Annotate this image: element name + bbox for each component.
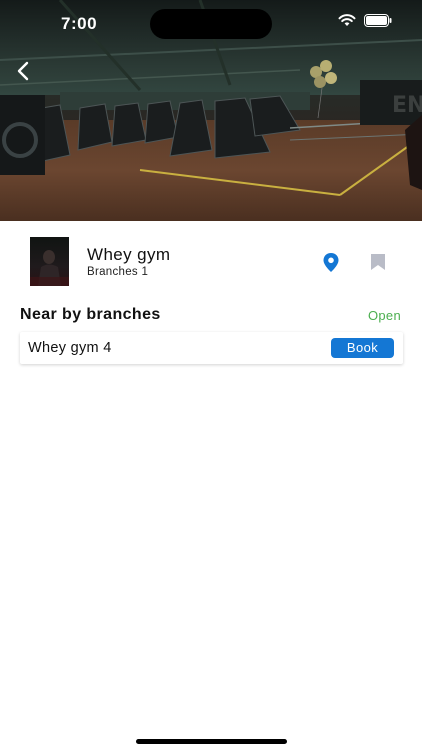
book-button[interactable]: Book (331, 338, 394, 358)
home-indicator[interactable] (136, 739, 287, 744)
location-button[interactable] (322, 252, 340, 274)
gym-name: Whey gym (87, 245, 171, 264)
gym-branches-count: Branches 1 (87, 266, 149, 278)
status-time: 7:00 (61, 14, 98, 33)
bookmark-icon (371, 254, 385, 270)
open-status-label: Open (367, 308, 401, 323)
location-pin-icon (323, 253, 339, 272)
bookmark-button[interactable] (370, 253, 386, 271)
branch-name: Whey gym 4 (28, 340, 112, 356)
status-icons (338, 14, 392, 32)
branch-list-item: Whey gym 4 Book (20, 332, 403, 364)
gym-thumbnail (30, 237, 69, 286)
chevron-left-icon (17, 61, 29, 81)
dynamic-island (150, 9, 272, 39)
nearby-branches-title: Near by branches (20, 306, 161, 323)
back-button[interactable] (10, 58, 36, 84)
svg-text:EN: EN (392, 93, 422, 118)
wifi-icon (338, 14, 356, 32)
battery-icon (364, 14, 392, 32)
